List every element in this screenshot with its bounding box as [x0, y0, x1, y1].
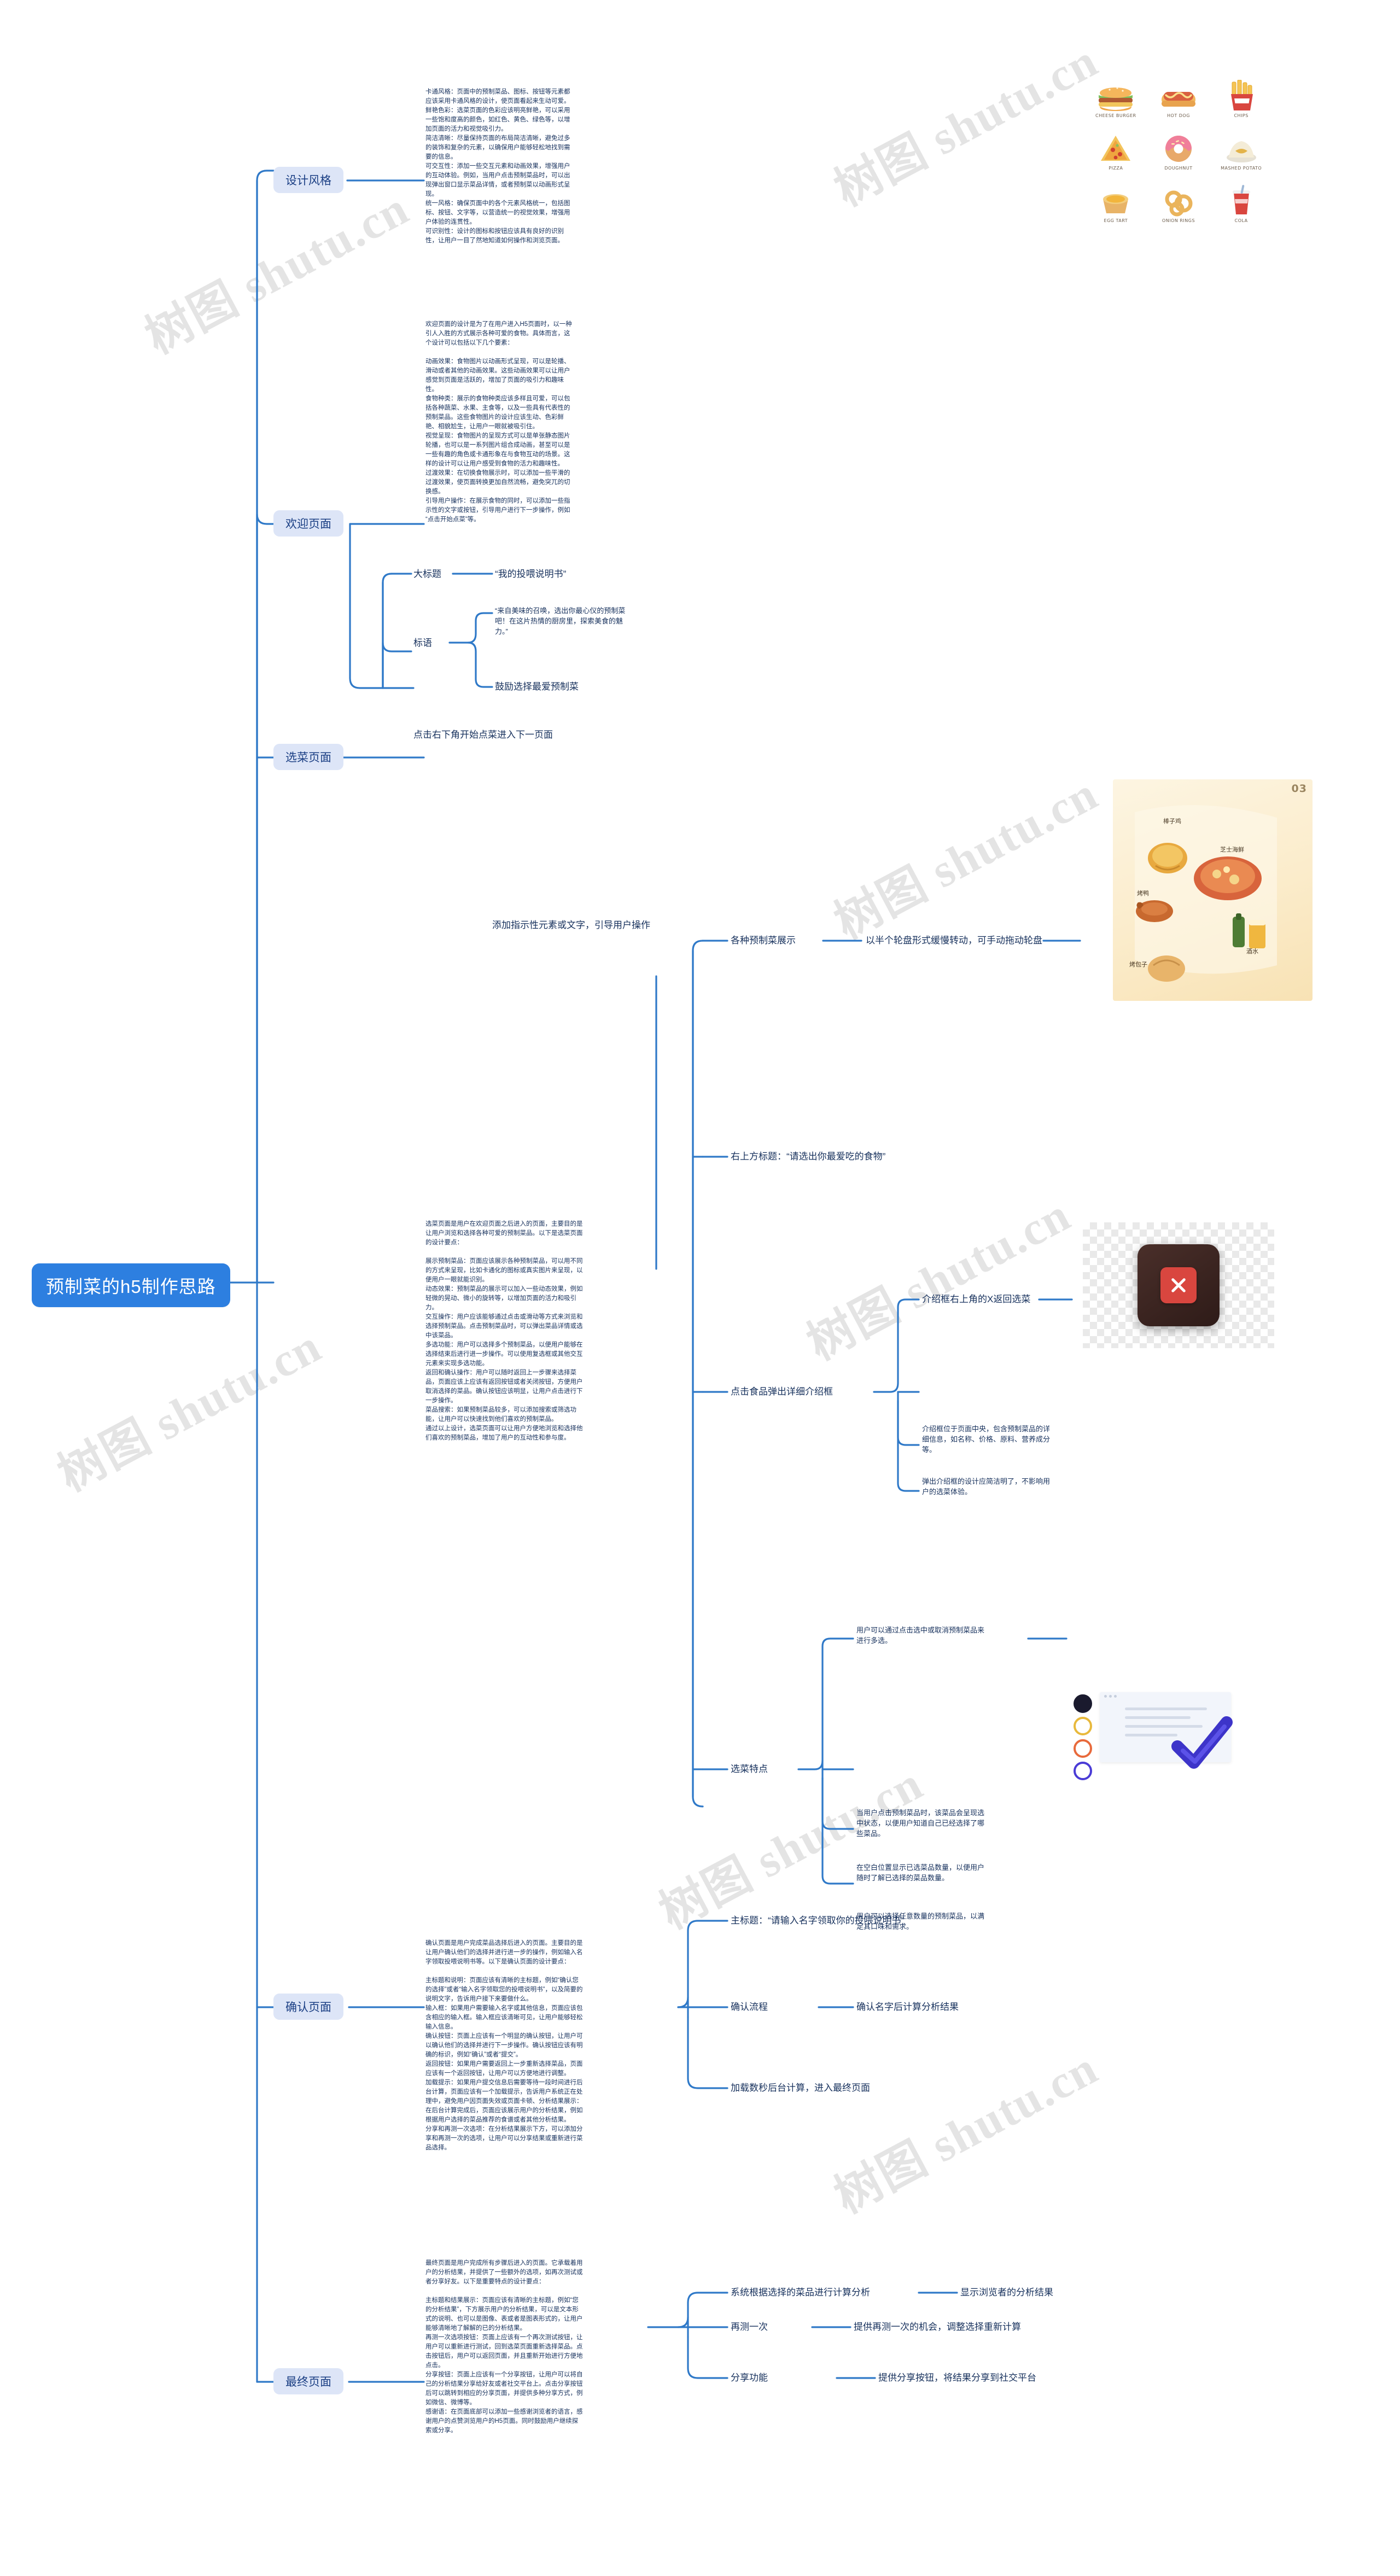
- cartoon-food-icons: CHEESE BURGER HOT DOG CHIPS PIZZA DOUGHN…: [1088, 71, 1269, 223]
- confirm-flow-value: 确认名字后计算分析结果: [856, 2002, 959, 2012]
- branch-design-style[interactable]: 设计风格: [273, 167, 343, 193]
- dish-top-right-title: 右上方标题：“请选出你最爱吃的食物”: [731, 1151, 886, 1162]
- watermark: 树图 shutu.cn: [826, 2041, 1106, 2224]
- watermark: 树图 shutu.cn: [137, 182, 417, 364]
- branch-welcome-page[interactable]: 欢迎页面: [273, 510, 343, 537]
- dish-popup-style: 弹出介绍框的设计应简洁明了，不影响用户的选菜体验。: [922, 1477, 1051, 1496]
- food-caption: CHEESE BURGER: [1095, 113, 1136, 118]
- food-caption: HOT DOG: [1167, 113, 1190, 118]
- food-caption: ONION RINGS: [1162, 218, 1195, 223]
- food-caption: EGG TART: [1104, 218, 1128, 223]
- food-caption: COLA: [1234, 218, 1248, 223]
- food-caption: PIZZA: [1109, 166, 1123, 171]
- final-retest-value: 提供再测一次的机会，调整选择重新计算: [854, 2322, 1021, 2332]
- welcome-next-step: 点击右下角开始点菜进入下一页面: [413, 730, 553, 740]
- food-item-burger: CHEESE BURGER: [1088, 71, 1144, 118]
- watermark: 树图 shutu.cn: [798, 1188, 1079, 1371]
- dish-page-hint: 添加指示性元素或文字，引导用户操作: [492, 920, 650, 930]
- dish-feature-multiselect: 用户可以通过点击选中或取消预制菜品来进行多选。: [856, 1626, 985, 1645]
- window-dots: [1104, 1695, 1117, 1698]
- wheel-label-0: 棒子鸡: [1163, 818, 1181, 825]
- confirm-page-detail: 确认页面是用户完成菜品选择后进入的页面。主要目的是让用户确认他们的选择并进行进一…: [425, 1940, 583, 2152]
- branch-dish-page[interactable]: 选菜页面: [273, 744, 343, 770]
- welcome-heading-label[interactable]: 大标题: [413, 568, 441, 581]
- dish-detail-popup-label[interactable]: 点击食品弹出详细介绍框: [731, 1385, 833, 1399]
- design-style-detail: 卡通风格：页面中的预制菜品、图标、按钮等元素都应该采用卡通风格的设计，使页面看起…: [425, 89, 570, 244]
- final-analysis-value: 显示浏览者的分析结果: [960, 2287, 1053, 2298]
- final-share-value: 提供分享按钮，将结果分享到社交平台: [878, 2373, 1036, 2383]
- checkmark-icon: [1171, 1716, 1233, 1769]
- welcome-slogan-encourage: 鼓励选择最爱预制菜: [495, 681, 579, 692]
- dish-display-value: 以半个轮盘形式缓慢转动，可手动拖动轮盘: [866, 935, 1042, 946]
- food-item-mashed-potato: MASHED POTATO: [1214, 124, 1269, 171]
- food-item-egg-tart: EGG TART: [1088, 176, 1144, 223]
- wheel-label-3: 酒水: [1246, 948, 1258, 955]
- dish-wheel-illustration: 03 棒子鸡 芝士海鲜 烤鸭 酒水 烤包子: [1113, 779, 1312, 1001]
- food-caption: CHIPS: [1234, 113, 1249, 118]
- confirm-main-title: 主标题：“请输入名字领取你的投喂说明书”: [731, 1915, 905, 1926]
- watermark: 树图 shutu.cn: [826, 767, 1106, 949]
- final-share-label[interactable]: 分享功能: [731, 2371, 768, 2385]
- confirm-flow-label[interactable]: 确认流程: [731, 2001, 768, 2014]
- wheel-label-4: 烤包子: [1129, 961, 1147, 968]
- welcome-slogan-text: “来自美味的召唤，选出你最心仪的预制菜吧！在这片热情的厨房里，探索美食的魅力。”: [495, 607, 626, 636]
- dish-page-detail: 选菜页面是用户在欢迎页面之后进入的页面，主要目的是让用户浏览和选择各种可爱的预制…: [425, 1221, 583, 1442]
- final-retest-label[interactable]: 再测一次: [731, 2321, 768, 2334]
- final-analysis-label[interactable]: 系统根据选择的菜品进行计算分析: [731, 2286, 870, 2300]
- root-node[interactable]: 预制菜的h5制作思路: [32, 1263, 230, 1307]
- mindmap-canvas: 树图 shutu.cn 树图 shutu.cn 树图 shutu.cn 树图 s…: [0, 0, 1400, 2576]
- confirm-loading-note: 加载数秒后台计算，进入最终页面: [731, 2083, 870, 2093]
- watermark: 树图 shutu.cn: [826, 34, 1106, 217]
- branch-final-page[interactable]: 最终页面: [273, 2368, 343, 2394]
- close-icon[interactable]: [1160, 1267, 1197, 1303]
- dish-popup-close-x: 介绍框右上角的X返回选菜: [922, 1294, 1031, 1304]
- dish-feature-count-display: 在空白位置显示已选菜品数量，以便用户随时了解已选择的菜品数量。: [856, 1863, 985, 1882]
- wheel-label-1: 芝士海鲜: [1220, 847, 1244, 853]
- analysis-result-illustration: [1069, 1685, 1244, 1780]
- dish-feature-label[interactable]: 选菜特点: [731, 1763, 768, 1776]
- welcome-heading-value: “我的投喂说明书”: [495, 569, 567, 579]
- dish-feature-selected-state: 当用户点击预制菜品时，该菜品会呈现选中状态，以便用户知道自己已经选择了哪些菜品。: [856, 1809, 985, 1838]
- watermark: 树图 shutu.cn: [49, 1319, 330, 1502]
- food-caption: MASHED POTATO: [1221, 166, 1262, 171]
- final-page-detail: 最终页面是用户完成所有步骤后进入的页面。它承载着用户的分析结果，并提供了一些额外…: [425, 2260, 583, 2434]
- branch-confirm-page[interactable]: 确认页面: [273, 1994, 343, 2020]
- dialog-box: [1138, 1244, 1220, 1326]
- welcome-slogan-label[interactable]: 标语: [413, 637, 432, 650]
- food-item-onion-rings: ONION RINGS: [1151, 176, 1206, 223]
- close-dialog-illustration: [1083, 1222, 1274, 1348]
- food-item-chips: CHIPS: [1214, 71, 1269, 118]
- wheel-label-2: 烤鸭: [1137, 890, 1149, 897]
- food-item-doughnut: DOUGHNUT: [1151, 124, 1206, 171]
- color-legend: [1074, 1694, 1092, 1784]
- dish-popup-content: 介绍框位于页面中央，包含预制菜品的详细信息，如名称、价格、原料、营养成分等。: [922, 1425, 1051, 1454]
- welcome-page-detail: 欢迎页面的设计是为了在用户进入H5页面时，以一种引人入胜的方式展示各种可爱的食物…: [425, 321, 572, 523]
- food-caption: DOUGHNUT: [1164, 166, 1193, 171]
- food-item-pizza: PIZZA: [1088, 124, 1144, 171]
- food-item-hotdog: HOT DOG: [1151, 71, 1206, 118]
- dish-display-label[interactable]: 各种预制菜展示: [731, 934, 796, 948]
- food-item-cola: COLA: [1214, 176, 1269, 223]
